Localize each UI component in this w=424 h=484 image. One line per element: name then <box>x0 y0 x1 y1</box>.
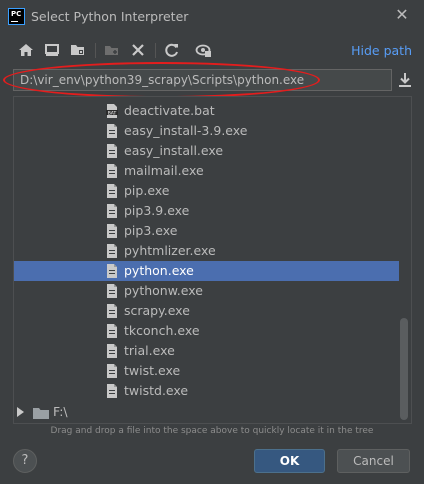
file-icon <box>106 384 118 398</box>
cancel-button[interactable]: Cancel <box>337 449 410 473</box>
tree-file-label: tkconch.exe <box>124 323 200 338</box>
hide-path-link[interactable]: Hide path <box>351 43 412 58</box>
tree-file-label: pip.exe <box>124 183 170 198</box>
tree-file-row[interactable]: easy_install.exe <box>14 141 399 161</box>
app-icon-text: PC <box>11 10 22 18</box>
svg-text:BAT: BAT <box>108 110 117 116</box>
tree-file-row[interactable]: twist.exe <box>14 361 399 381</box>
tree-file-row[interactable]: pythonw.exe <box>14 281 399 301</box>
tree-file-label: twist.exe <box>124 363 181 378</box>
tree-file-row[interactable]: BAT deactivate.bat <box>14 101 399 121</box>
tree-scrollbar[interactable] <box>400 318 408 420</box>
tree-drive-row[interactable]: F:\ <box>14 402 399 422</box>
tree-file-row[interactable]: pip3.exe <box>14 221 399 241</box>
file-icon <box>106 204 118 218</box>
tree-file-label: pip3.exe <box>124 223 178 238</box>
file-icon <box>106 344 118 358</box>
file-icon <box>106 124 118 138</box>
tree-file-label: trial.exe <box>124 343 175 358</box>
tree-file-label: easy_install-3.9.exe <box>124 123 248 138</box>
dialog-title: Select Python Interpreter <box>31 9 189 24</box>
toolbar: Hide path <box>10 40 414 62</box>
file-icon <box>106 164 118 178</box>
select-interpreter-dialog: PC Select Python Interpreter ✕ Hide path <box>0 0 424 484</box>
download-icon[interactable] <box>396 70 414 90</box>
pycharm-logo-icon: PC <box>8 8 25 25</box>
tree-file-row[interactable]: easy_install-3.9.exe <box>14 121 399 141</box>
show-hidden-icon[interactable] <box>194 40 214 60</box>
tree-file-label: deactivate.bat <box>124 103 215 118</box>
tree-file-row[interactable]: pyhtmlizer.exe <box>14 241 399 261</box>
tree-file-row[interactable]: twistd.exe <box>14 381 399 401</box>
new-folder-icon[interactable] <box>102 40 122 60</box>
tree-file-label: pip3.9.exe <box>124 203 190 218</box>
file-icon <box>106 144 118 158</box>
project-folder-icon[interactable] <box>68 40 88 60</box>
tree-file-label: twistd.exe <box>124 383 189 398</box>
close-icon[interactable]: ✕ <box>394 6 410 24</box>
tree-file-label: mailmail.exe <box>124 163 204 178</box>
file-icon <box>106 364 118 378</box>
tree-file-row[interactable]: python.exe <box>14 261 399 281</box>
file-icon <box>106 184 118 198</box>
file-icon <box>106 324 118 338</box>
ok-button[interactable]: OK <box>254 449 325 473</box>
home-icon[interactable] <box>16 40 36 60</box>
tree-file-label: pyhtmlizer.exe <box>124 243 216 258</box>
title-bar: PC Select Python Interpreter ✕ <box>0 0 424 34</box>
tree-file-row[interactable]: scrapy.exe <box>14 301 399 321</box>
delete-icon[interactable] <box>128 40 148 60</box>
drive-folder-icon <box>33 408 49 419</box>
path-input[interactable] <box>13 69 392 91</box>
drag-drop-hint: Drag and drop a file into the space abov… <box>50 426 374 436</box>
tree-file-label: pythonw.exe <box>124 283 203 298</box>
file-icon <box>106 264 118 278</box>
bat-file-icon: BAT <box>106 104 118 118</box>
tree-file-row[interactable]: mailmail.exe <box>14 161 399 181</box>
file-icon <box>106 304 118 318</box>
drive-label: F:\ <box>53 404 68 419</box>
toolbar-separator <box>155 43 156 58</box>
tree-file-row[interactable]: trial.exe <box>14 341 399 361</box>
tree-file-label: python.exe <box>124 263 194 278</box>
tree-file-label: easy_install.exe <box>124 143 224 158</box>
expand-arrow-icon[interactable] <box>17 407 24 417</box>
tree-file-label: scrapy.exe <box>124 303 190 318</box>
file-icon <box>106 244 118 258</box>
file-icon <box>106 224 118 238</box>
file-tree[interactable]: BAT deactivate.bat easy_install-3.9.exeeas… <box>13 96 412 424</box>
toolbar-separator <box>95 43 96 58</box>
tree-file-row[interactable]: tkconch.exe <box>14 321 399 341</box>
tree-file-row[interactable]: pip3.9.exe <box>14 201 399 221</box>
help-button[interactable]: ? <box>13 449 37 473</box>
refresh-icon[interactable] <box>162 40 182 60</box>
desktop-icon[interactable] <box>42 40 62 60</box>
file-icon <box>106 284 118 298</box>
tree-file-row[interactable]: pip.exe <box>14 181 399 201</box>
